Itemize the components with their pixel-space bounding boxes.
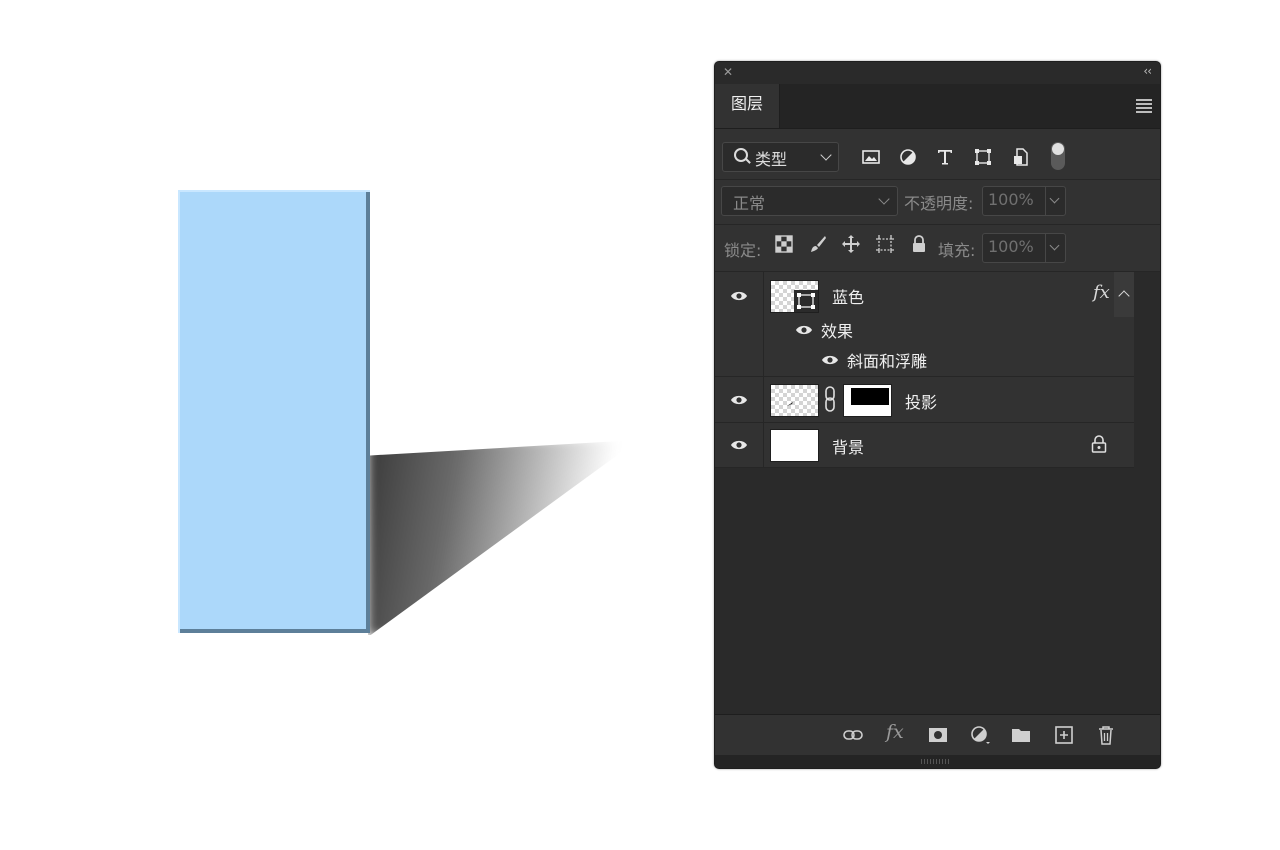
bottom-toolbar: fx bbox=[715, 714, 1160, 755]
layers-list: 蓝色 fx 效果 斜面和浮雕 投影 背景 bbox=[715, 272, 1160, 714]
mask-icon[interactable] bbox=[928, 725, 948, 745]
panel-tabbar: 图层 bbox=[715, 84, 1160, 129]
layer-thumbnail bbox=[770, 280, 819, 313]
blend-mode-dropdown[interactable]: 正常 bbox=[721, 186, 898, 216]
layer-name: 背景 bbox=[832, 438, 865, 457]
collapse-panel-icon[interactable]: ‹‹ bbox=[1143, 64, 1152, 78]
layer-name: 投影 bbox=[905, 393, 938, 412]
layer-mask-thumbnail[interactable] bbox=[843, 384, 892, 417]
fx-icon[interactable]: fx bbox=[886, 721, 906, 743]
layers-panel: ✕ ‹‹ 图层 类型 正常 不透明度: 100% 锁定: 填充: 100% 蓝色… bbox=[714, 61, 1161, 769]
link-icon[interactable] bbox=[843, 725, 863, 745]
layer-row-blue[interactable]: 蓝色 fx 效果 斜面和浮雕 bbox=[715, 272, 1134, 377]
type-filter-icon[interactable] bbox=[935, 147, 955, 167]
lock-transparent-icon[interactable] bbox=[774, 234, 794, 254]
shape-filter-icon[interactable] bbox=[973, 147, 993, 167]
fill-input[interactable]: 100% bbox=[982, 233, 1066, 263]
lock-all-icon[interactable] bbox=[909, 234, 929, 254]
chevron-up-icon bbox=[1118, 290, 1130, 302]
folder-icon[interactable] bbox=[1011, 725, 1031, 745]
panel-resize-grip[interactable] bbox=[715, 755, 1160, 768]
blue-rectangle bbox=[178, 190, 370, 633]
image-filter-icon[interactable] bbox=[861, 147, 881, 167]
chevron-down-icon bbox=[1049, 193, 1060, 204]
drop-shadow-shape bbox=[368, 440, 638, 635]
new-layer-icon[interactable] bbox=[1054, 725, 1074, 745]
blend-mode-label: 正常 bbox=[733, 194, 766, 213]
layer-row-background[interactable]: 背景 bbox=[715, 423, 1134, 468]
panel-menu-icon[interactable] bbox=[1136, 99, 1152, 115]
lock-position-icon[interactable] bbox=[841, 234, 861, 254]
adjustment-icon[interactable] bbox=[970, 725, 990, 745]
lock-icon bbox=[1091, 435, 1107, 453]
chevron-down-icon bbox=[878, 193, 890, 205]
shape-layer-badge-icon bbox=[794, 290, 818, 312]
collapse-effects-toggle[interactable] bbox=[1114, 272, 1134, 317]
visibility-eye-icon[interactable] bbox=[730, 439, 748, 451]
fill-label: 填充: bbox=[938, 241, 976, 260]
visibility-eye-icon[interactable] bbox=[730, 394, 748, 406]
trash-icon[interactable] bbox=[1096, 725, 1116, 745]
bevel-visibility-eye-icon[interactable] bbox=[821, 354, 839, 366]
effects-visibility-eye-icon[interactable] bbox=[795, 324, 813, 336]
adjustment-filter-icon[interactable] bbox=[898, 147, 918, 167]
layer-thumbnail bbox=[770, 429, 819, 462]
chevron-down-icon bbox=[820, 149, 832, 161]
blend-row: 正常 不透明度: 100% bbox=[715, 180, 1160, 225]
visibility-eye-icon[interactable] bbox=[730, 290, 748, 302]
effects-label: 效果 bbox=[821, 322, 854, 341]
panel-titlebar: ✕ ‹‹ bbox=[715, 62, 1160, 84]
layer-row-shadow[interactable]: 投影 bbox=[715, 377, 1134, 423]
opacity-input[interactable]: 100% bbox=[982, 186, 1066, 216]
opacity-value: 100% bbox=[988, 190, 1034, 209]
chain-link-icon[interactable] bbox=[824, 386, 836, 412]
chevron-down-icon bbox=[1049, 240, 1060, 251]
filter-type-label: 类型 bbox=[755, 150, 788, 169]
smart-object-filter-icon[interactable] bbox=[1011, 147, 1031, 167]
close-icon[interactable]: ✕ bbox=[723, 65, 733, 79]
fill-value: 100% bbox=[988, 237, 1034, 256]
layer-name: 蓝色 bbox=[832, 288, 865, 307]
tab-layers[interactable]: 图层 bbox=[715, 84, 780, 128]
filter-toggle[interactable] bbox=[1051, 142, 1065, 170]
lock-artboard-icon[interactable] bbox=[875, 234, 895, 254]
search-icon bbox=[734, 148, 748, 162]
filter-type-dropdown[interactable]: 类型 bbox=[722, 142, 839, 172]
lock-label: 锁定: bbox=[724, 241, 762, 260]
lock-paint-icon[interactable] bbox=[808, 234, 828, 254]
fx-badge-icon: fx bbox=[1093, 282, 1110, 303]
layer-thumbnail bbox=[770, 384, 819, 417]
opacity-label: 不透明度: bbox=[904, 194, 974, 213]
bevel-emboss-effect[interactable]: 斜面和浮雕 bbox=[847, 348, 927, 372]
